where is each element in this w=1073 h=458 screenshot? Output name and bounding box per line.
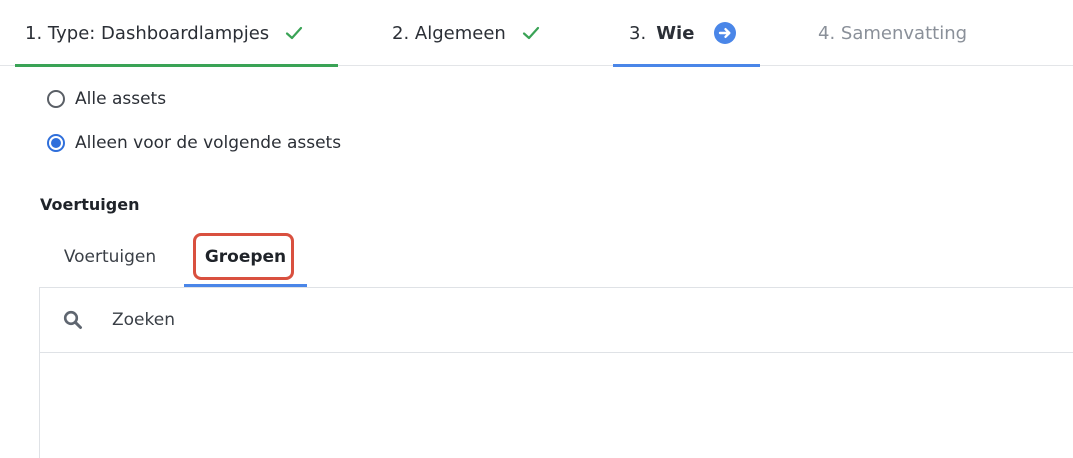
search-bar	[40, 288, 1073, 353]
step-label: Wie	[656, 22, 695, 44]
radio-option-selected-assets[interactable]: Alleen voor de volgende assets	[47, 133, 341, 153]
radio-button[interactable]	[47, 90, 65, 108]
step-number: 1.	[25, 22, 43, 44]
tab-voertuigen[interactable]: Voertuigen	[40, 228, 180, 286]
radio-option-all-assets[interactable]: Alle assets	[47, 89, 166, 109]
wizard-stepper: 1. Type: Dashboardlampjes 2. Algemeen 3.…	[0, 0, 1073, 67]
step-wie[interactable]: 3. Wie	[613, 0, 760, 67]
groups-panel	[39, 287, 1073, 458]
step-number: 2.	[392, 22, 410, 44]
step-active-underline	[613, 64, 760, 67]
step-type[interactable]: 1. Type: Dashboardlampjes	[15, 0, 338, 67]
step-samenvatting[interactable]: 4. Samenvatting	[818, 0, 967, 66]
step-label: Algemeen	[414, 22, 506, 44]
radio-button[interactable]	[47, 134, 65, 152]
step-number: 4.	[818, 22, 836, 44]
radio-label: Alleen voor de volgende assets	[75, 133, 342, 153]
highlight-annotation-box	[193, 233, 294, 280]
step-number: 3.	[629, 22, 647, 44]
step-active-underline	[15, 64, 338, 67]
section-heading: Voertuigen	[40, 195, 140, 214]
check-icon	[286, 26, 303, 40]
search-input[interactable]	[112, 310, 712, 330]
search-icon	[63, 310, 82, 329]
check-icon	[522, 26, 539, 40]
tab-label: Voertuigen	[63, 247, 157, 267]
step-label: Samenvatting	[840, 22, 968, 44]
step-algemeen[interactable]: 2. Algemeen	[392, 0, 540, 66]
radio-label: Alle assets	[75, 89, 167, 109]
arrow-right-circle-icon	[714, 22, 737, 44]
step-label: Type: Dashboardlampjes	[47, 22, 270, 44]
